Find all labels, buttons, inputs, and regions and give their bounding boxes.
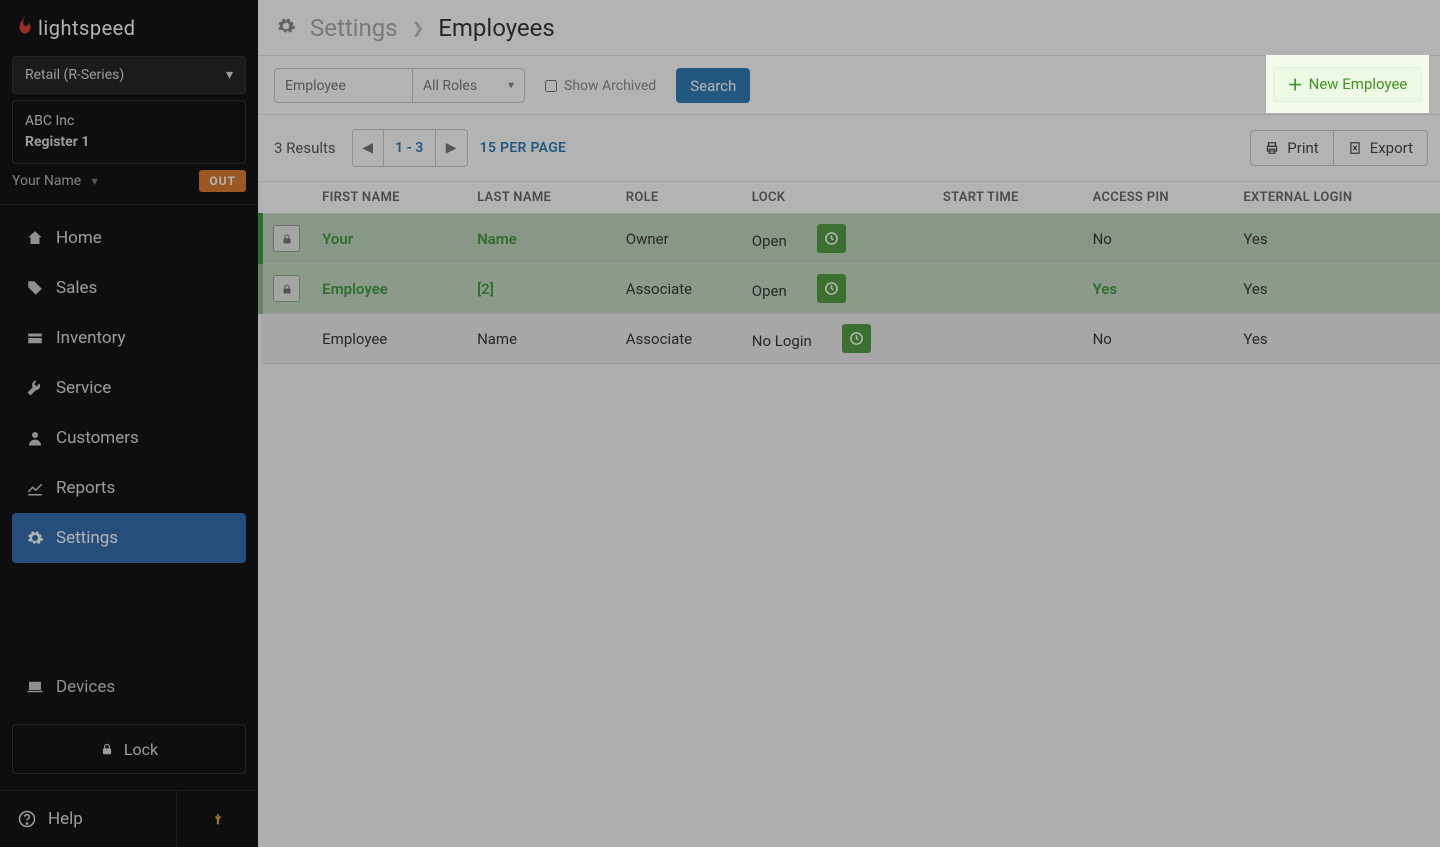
- first-name: Employee: [322, 330, 387, 348]
- home-icon: [26, 229, 44, 247]
- start-time: [933, 214, 1083, 264]
- chevron-down-icon: ▼: [89, 175, 100, 188]
- table-row[interactable]: Your Name OwnerOpen NoYes: [261, 214, 1440, 264]
- chevron-down-icon: ▾: [226, 67, 233, 83]
- role: Associate: [616, 264, 742, 314]
- per-page-select[interactable]: 15 PER PAGE: [480, 140, 567, 156]
- folder-icon: [26, 329, 44, 347]
- chart-icon: [26, 479, 44, 497]
- pager-next[interactable]: ▶: [436, 130, 467, 166]
- role: Associate: [616, 314, 742, 364]
- out-badge: OUT: [199, 170, 246, 192]
- pin-button[interactable]: [176, 791, 258, 847]
- access-pin: No: [1083, 314, 1234, 364]
- help-button[interactable]: Help: [0, 791, 176, 847]
- sidebar-item-reports[interactable]: Reports: [12, 463, 246, 513]
- col-lock[interactable]: LOCK: [742, 182, 933, 214]
- external-login: Yes: [1233, 264, 1440, 314]
- toolbar: All Roles▼ Show Archived Search ＋New Emp…: [258, 56, 1440, 115]
- employees-table: FIRST NAME LAST NAME ROLE LOCK START TIM…: [258, 182, 1440, 364]
- account-box[interactable]: ABC Inc Register 1: [12, 100, 246, 164]
- pager: ◀ 1 - 3 ▶: [352, 129, 468, 167]
- flame-icon: [14, 15, 36, 41]
- col-start[interactable]: START TIME: [933, 182, 1083, 214]
- lock-status: Open: [742, 264, 933, 314]
- last-name[interactable]: [2]: [477, 280, 494, 298]
- lock-status: Open: [742, 214, 933, 264]
- clock-icon[interactable]: [842, 324, 871, 353]
- page-title: Employees: [438, 14, 555, 42]
- wrench-icon: [26, 379, 44, 397]
- lock-status: No Login: [742, 314, 933, 364]
- start-time: [933, 314, 1083, 364]
- subtoolbar: 3 Results ◀ 1 - 3 ▶ 15 PER PAGE Print Ex…: [258, 115, 1440, 182]
- pager-range: 1 - 3: [384, 130, 436, 166]
- access-pin: Yes: [1083, 264, 1234, 314]
- print-icon: [1265, 141, 1279, 155]
- laptop-icon: [26, 678, 44, 696]
- role-select[interactable]: All Roles▼: [412, 68, 525, 103]
- export-icon: [1348, 141, 1362, 155]
- gear-icon: [26, 529, 44, 547]
- sidebar-item-devices[interactable]: Devices: [12, 662, 246, 712]
- user-icon: [26, 429, 44, 447]
- table-row[interactable]: Employee [2] AssociateOpen YesYes: [261, 264, 1440, 314]
- first-name[interactable]: Your: [322, 230, 353, 248]
- role: Owner: [616, 214, 742, 264]
- plus-icon: ＋: [1288, 74, 1303, 95]
- brand-logo: lightspeed: [0, 0, 258, 56]
- gear-icon: [276, 16, 296, 40]
- external-login: Yes: [1233, 314, 1440, 364]
- print-button[interactable]: Print: [1250, 130, 1332, 166]
- shop-selector[interactable]: Retail (R-Series) ▾: [12, 56, 246, 94]
- pin-icon: [211, 811, 225, 827]
- sidebar-item-sales[interactable]: Sales: [12, 263, 246, 313]
- col-role[interactable]: ROLE: [616, 182, 742, 214]
- show-archived-checkbox[interactable]: Show Archived: [535, 78, 666, 94]
- external-login: Yes: [1233, 214, 1440, 264]
- question-icon: [18, 810, 36, 828]
- sidebar-item-inventory[interactable]: Inventory: [12, 313, 246, 363]
- start-time: [933, 264, 1083, 314]
- main-nav: Home Sales Inventory Service Customers R…: [0, 205, 258, 662]
- results-count: 3 Results: [274, 139, 336, 157]
- lock-icon: [100, 742, 114, 756]
- table-row[interactable]: Employee Name AssociateNo Login NoYes: [261, 314, 1440, 364]
- col-ext[interactable]: EXTERNAL LOGIN: [1233, 182, 1440, 214]
- last-name[interactable]: Name: [477, 230, 517, 248]
- sidebar-item-settings[interactable]: Settings: [12, 513, 246, 563]
- user-row[interactable]: Your Name ▼ OUT: [0, 170, 258, 205]
- sidebar-item-customers[interactable]: Customers: [12, 413, 246, 463]
- col-pin[interactable]: ACCESS PIN: [1083, 182, 1234, 214]
- tag-icon: [26, 279, 44, 297]
- last-name: Name: [477, 330, 517, 348]
- new-employee-button-highlight[interactable]: ＋New Employee: [1273, 67, 1423, 102]
- sidebar-item-home[interactable]: Home: [12, 213, 246, 263]
- clock-icon[interactable]: [817, 274, 846, 303]
- access-pin: No: [1083, 214, 1234, 264]
- search-button[interactable]: Search: [676, 68, 750, 103]
- search-input[interactable]: [274, 68, 412, 103]
- sidebar-item-service[interactable]: Service: [12, 363, 246, 413]
- breadcrumb-parent[interactable]: Settings: [310, 14, 398, 42]
- lock-icon: [273, 275, 300, 302]
- chevron-down-icon: ▼: [506, 80, 516, 91]
- breadcrumb: Settings ❯ Employees: [258, 0, 1440, 56]
- clock-icon[interactable]: [817, 224, 846, 253]
- export-button[interactable]: Export: [1333, 130, 1428, 166]
- col-last-name[interactable]: LAST NAME: [467, 182, 616, 214]
- highlight-new-employee: ＋New Employee: [1266, 55, 1429, 113]
- pager-prev[interactable]: ◀: [353, 130, 384, 166]
- first-name[interactable]: Employee: [322, 280, 388, 298]
- col-first-name[interactable]: FIRST NAME: [312, 182, 467, 214]
- chevron-right-icon: ❯: [412, 19, 425, 37]
- lock-screen-button[interactable]: Lock: [12, 724, 246, 774]
- lock-icon: [273, 225, 300, 252]
- sidebar: lightspeed Retail (R-Series) ▾ ABC Inc R…: [0, 0, 258, 847]
